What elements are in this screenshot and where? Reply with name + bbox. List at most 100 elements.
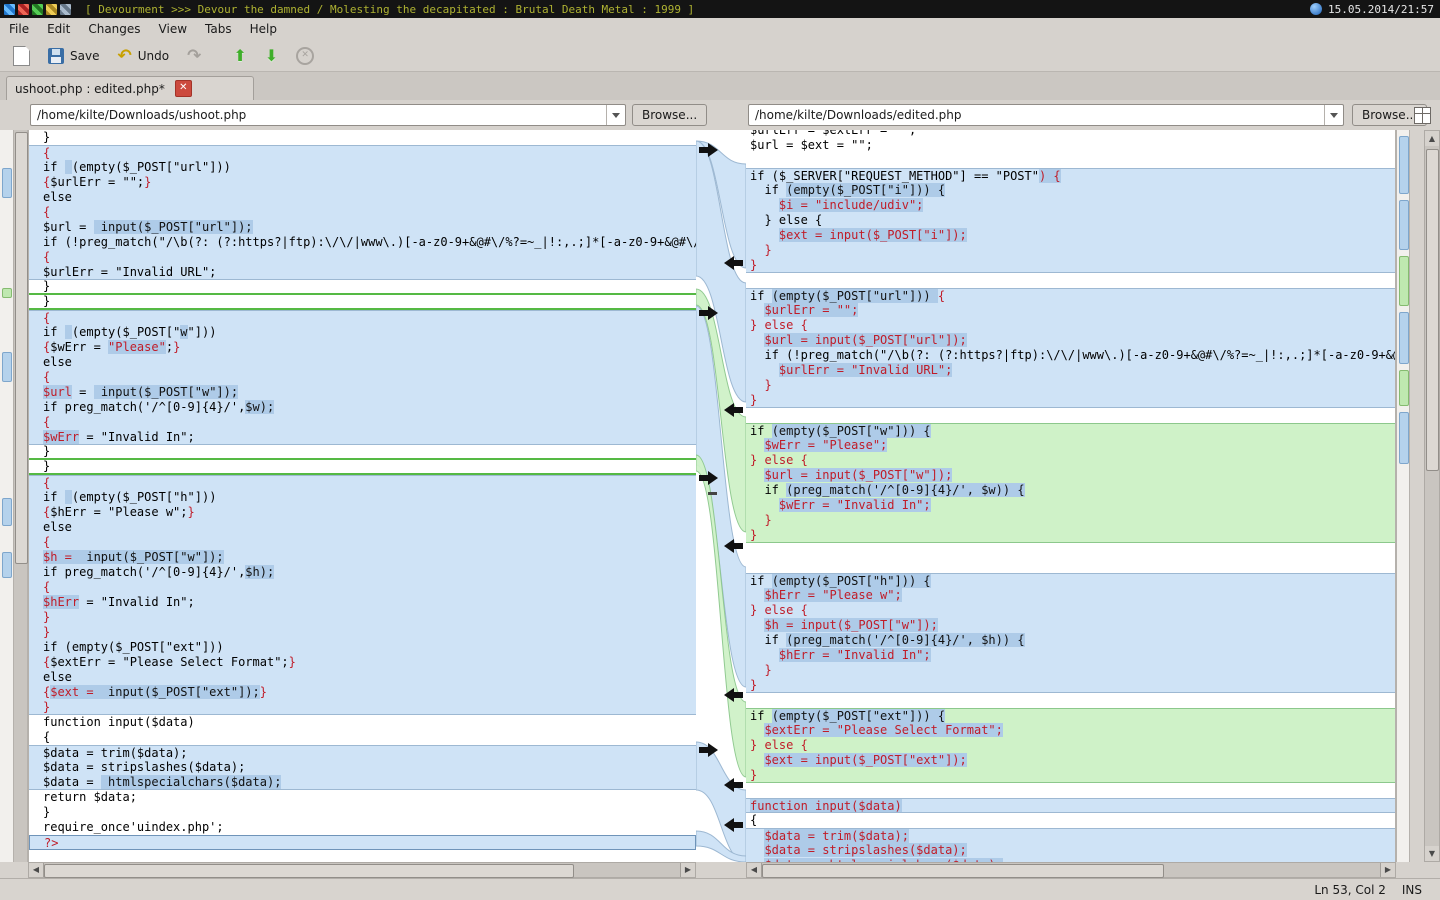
code-line: $i = "include/udiv";	[746, 198, 1395, 213]
undo-label: Undo	[138, 49, 169, 63]
right-scrollbar-thumb[interactable]	[1426, 149, 1439, 471]
code-line: if (empty($_POST["w"]))	[29, 325, 696, 340]
scroll-up-icon[interactable]: ▲	[1425, 131, 1439, 146]
scroll-left-icon[interactable]: ◀	[747, 863, 762, 877]
menu-file[interactable]: File	[0, 19, 38, 39]
redo-button[interactable]: ↷	[180, 46, 208, 66]
scrollbar-spacer	[1410, 130, 1424, 862]
menu-view[interactable]: View	[150, 19, 196, 39]
network-icon[interactable]	[1310, 3, 1322, 15]
code-line: }	[746, 513, 1395, 528]
code-line: $h = input($_POST["w"]);	[29, 550, 696, 565]
chevron-down-icon	[606, 105, 625, 125]
scroll-right-icon[interactable]: ▶	[1380, 863, 1395, 877]
code-line: } else {	[746, 213, 1395, 228]
code-line: {	[29, 580, 696, 595]
save-label: Save	[70, 49, 99, 63]
right-diff-map[interactable]	[1396, 130, 1410, 862]
code-line: function input($data)	[746, 798, 1395, 813]
code-line: if (empty($_POST["ext"]))	[29, 640, 696, 655]
menu-tabs[interactable]: Tabs	[196, 19, 241, 39]
code-line: }	[746, 378, 1395, 393]
code-line: $extErr = "Please Select Format";	[746, 723, 1395, 738]
new-file-icon	[13, 46, 30, 66]
left-file-combobox[interactable]: /home/kilte/Downloads/ushoot.php	[30, 104, 626, 126]
tray-icon[interactable]	[4, 4, 15, 15]
diff-map-mark	[1399, 412, 1409, 464]
code-line: $url = input($_POST["w"]);	[746, 468, 1395, 483]
left-hscrollbar-thumb[interactable]	[44, 864, 574, 878]
code-line	[746, 153, 1395, 168]
code-line: if preg_match('/^[0-9]{4}/',$h);	[29, 565, 696, 580]
undo-icon: ↶	[117, 49, 131, 63]
new-comparison-button[interactable]	[6, 43, 37, 69]
code-line: {	[746, 813, 1395, 828]
code-line: $data = trim($data);	[29, 745, 696, 760]
delete-change-icon[interactable]	[708, 492, 717, 495]
code-line: $url = $ext = "";	[746, 138, 1395, 153]
right-code-pane[interactable]: $urlErr = $extErr = "";$url = $ext = "";…	[746, 130, 1396, 862]
diff-map-mark	[1399, 256, 1409, 306]
code-line: $urlErr = "Invalid URL";	[746, 363, 1395, 378]
scroll-down-icon[interactable]: ▼	[1425, 846, 1439, 861]
code-line	[746, 783, 1395, 798]
stop-button[interactable]: ✕	[289, 44, 321, 68]
code-line: } else {	[746, 603, 1395, 618]
clock: 15.05.2014/21:57	[1328, 3, 1434, 16]
code-line: {	[29, 475, 696, 490]
diff-map-mark	[2, 552, 12, 578]
code-line: if (preg_match('/^[0-9]{4}/', $w)) {	[746, 483, 1395, 498]
tray-icon[interactable]	[46, 4, 57, 15]
scroll-right-icon[interactable]: ▶	[680, 863, 695, 877]
previous-change-button[interactable]: ⬆	[226, 45, 253, 67]
redo-icon: ↷	[187, 49, 201, 63]
tray-icon[interactable]	[32, 4, 43, 15]
diff-map-mark	[2, 288, 12, 298]
right-horizontal-scrollbar[interactable]: ◀ ▶	[746, 862, 1396, 878]
save-icon	[48, 48, 64, 64]
code-line: {	[29, 370, 696, 385]
diff-map-mark	[1399, 312, 1409, 364]
insert-mode-indicator: INS	[1402, 883, 1422, 897]
code-line: $urlErr = "Invalid URL";	[29, 265, 696, 280]
chevron-down-icon	[1324, 105, 1343, 125]
diff-map-mark	[1399, 200, 1409, 250]
right-vertical-scrollbar[interactable]: ▲ ▼	[1424, 130, 1440, 862]
code-line: if (!preg_match("/\b(?: (?:https?|ftp):\…	[746, 348, 1395, 363]
code-line: } else {	[746, 453, 1395, 468]
menu-changes[interactable]: Changes	[79, 19, 149, 39]
menu-help[interactable]: Help	[241, 19, 286, 39]
system-tray-icons[interactable]	[4, 4, 71, 15]
comparison-tab[interactable]: ushoot.php : edited.php* ✕	[6, 76, 254, 100]
tray-icon[interactable]	[60, 4, 71, 15]
tab-bar: ushoot.php : edited.php* ✕	[0, 72, 1440, 101]
left-browse-button[interactable]: Browse...	[632, 104, 707, 126]
tab-label: ushoot.php : edited.php*	[15, 82, 165, 96]
left-diff-map[interactable]	[0, 130, 14, 862]
right-file-combobox[interactable]: /home/kilte/Downloads/edited.php	[748, 104, 1344, 126]
diff-map-mark	[2, 498, 12, 526]
next-change-button[interactable]: ⬇	[258, 45, 285, 67]
save-button[interactable]: Save	[41, 45, 106, 67]
code-line: else	[29, 670, 696, 685]
left-horizontal-scrollbar[interactable]: ◀ ▶	[28, 862, 696, 878]
code-line: }	[29, 460, 696, 475]
menu-edit[interactable]: Edit	[38, 19, 79, 39]
scroll-left-icon[interactable]: ◀	[29, 863, 44, 877]
code-line: {	[29, 535, 696, 550]
grid-icon[interactable]	[1414, 107, 1431, 124]
undo-button[interactable]: ↶ Undo	[110, 46, 176, 66]
code-line: }	[29, 610, 696, 625]
left-vertical-scrollbar[interactable]	[14, 130, 28, 862]
right-hscrollbar-thumb[interactable]	[762, 864, 1164, 878]
left-scrollbar-thumb[interactable]	[15, 132, 28, 564]
tray-icon[interactable]	[18, 4, 29, 15]
toolbar: Save ↶ Undo ↷ ⬆ ⬇ ✕	[0, 40, 1440, 72]
left-code-pane[interactable]: }{if (empty($_POST["url"])){$urlErr = ""…	[28, 130, 696, 862]
close-tab-icon[interactable]: ✕	[175, 80, 192, 97]
code-line: }	[746, 678, 1395, 693]
code-line: $urlErr = "";	[746, 303, 1395, 318]
system-bar: [ Devourment >>> Devour the damned / Mol…	[0, 0, 1440, 18]
code-line: $data = stripslashes($data);	[746, 843, 1395, 858]
code-line: {$ext = input($_POST["ext"]);}	[29, 685, 696, 700]
